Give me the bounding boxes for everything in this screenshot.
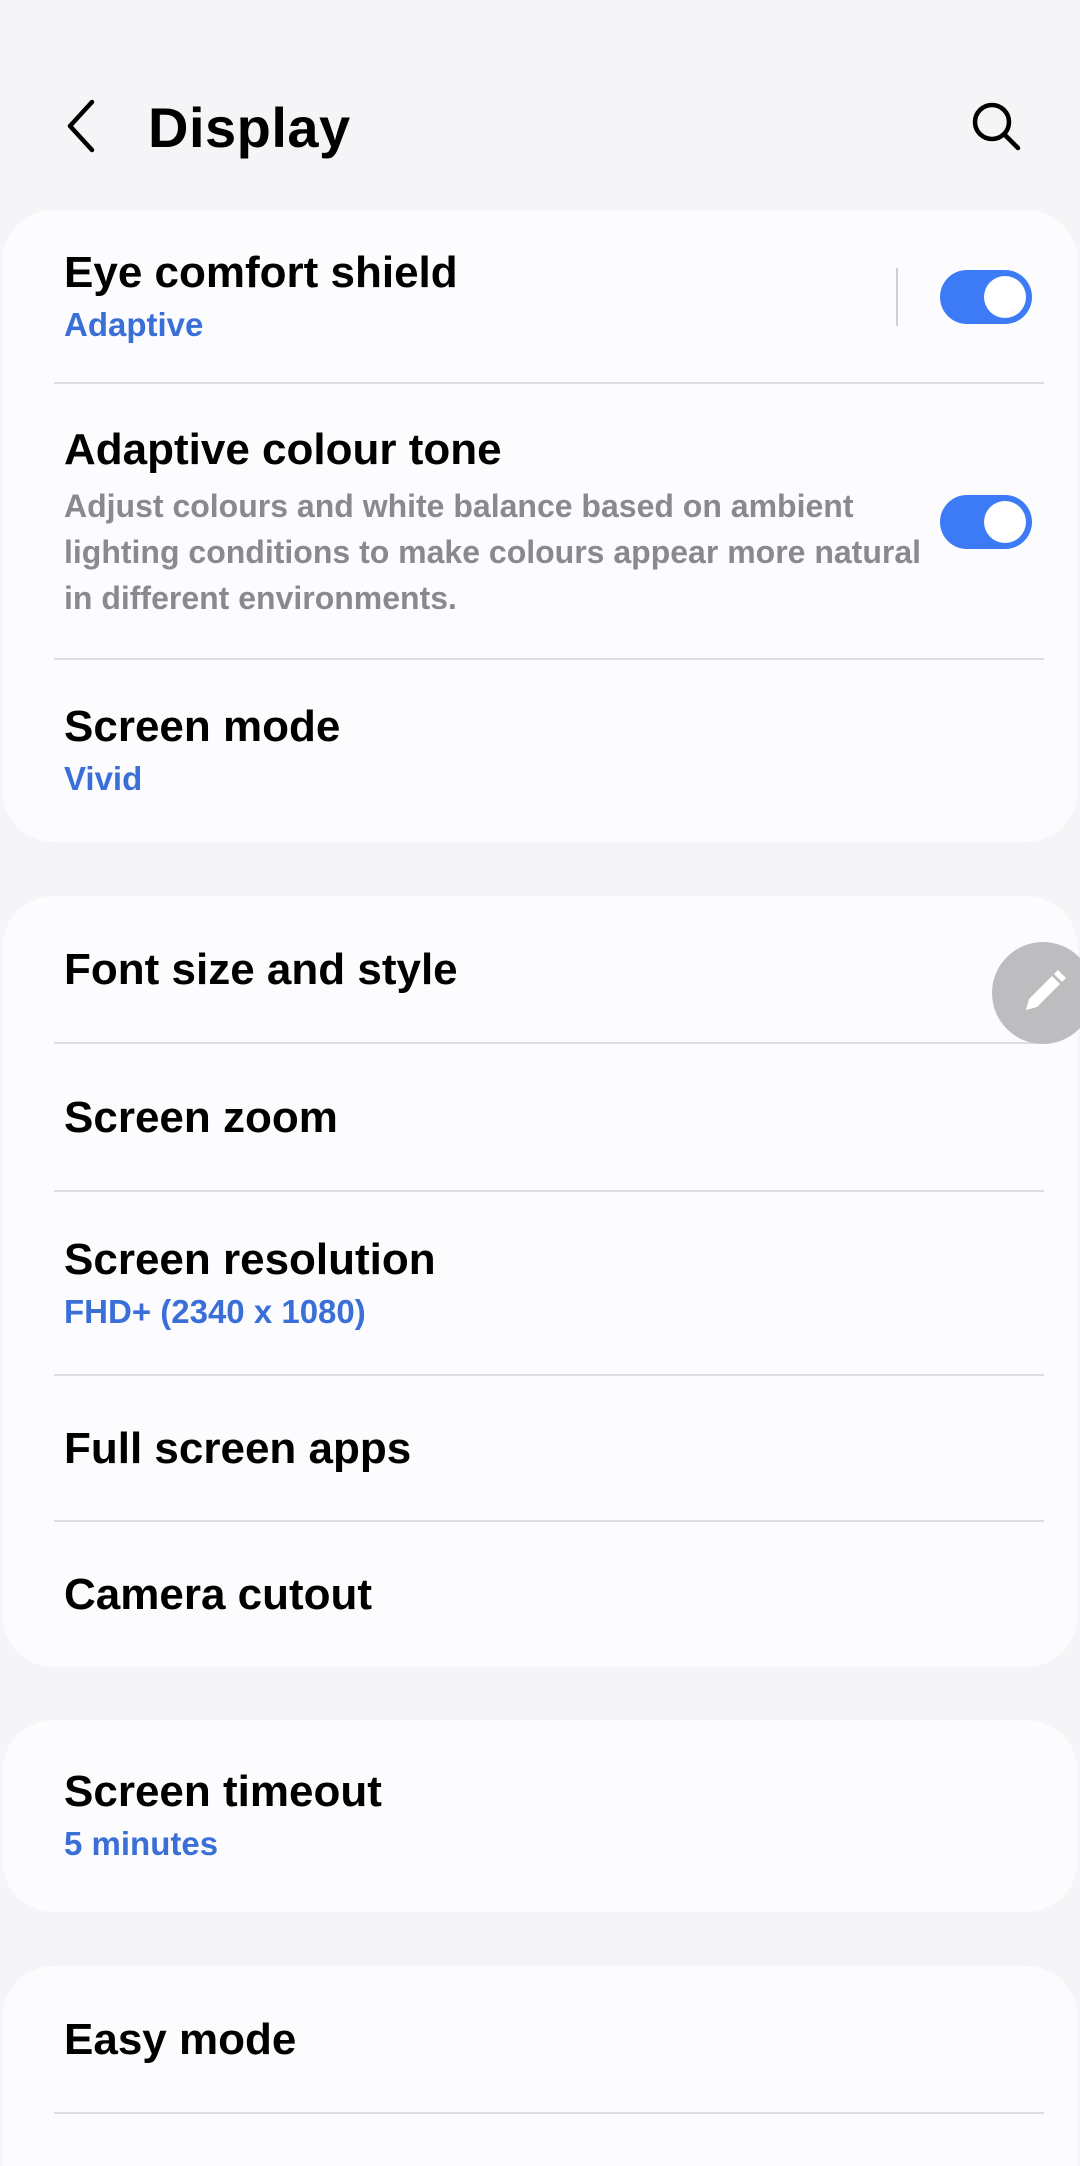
eye-comfort-shield-toggle[interactable] bbox=[940, 270, 1032, 324]
adaptive-colour-tone-title: Adaptive colour tone bbox=[64, 425, 502, 474]
adaptive-colour-tone-description: Adjust colours and white balance based o… bbox=[64, 488, 922, 616]
text-screen-card: Font size and style Screen zoom Screen r… bbox=[2, 896, 1078, 1667]
divider bbox=[54, 2112, 1044, 2114]
display-main-card: Eye comfort shield Adaptive Adaptive col… bbox=[2, 210, 1078, 842]
easy-mode-title: Easy mode bbox=[64, 2015, 297, 2064]
page-title: Display bbox=[148, 96, 351, 159]
search-button[interactable] bbox=[960, 90, 1032, 162]
screen-timeout-value: 5 minutes bbox=[64, 1825, 219, 1862]
screen-mode-title: Screen mode bbox=[64, 702, 341, 751]
font-size-style-title: Font size and style bbox=[64, 945, 458, 994]
eye-comfort-shield-title: Eye comfort shield bbox=[64, 248, 458, 297]
app-bar: Display bbox=[0, 0, 1080, 210]
eye-comfort-shield-row[interactable]: Eye comfort shield Adaptive bbox=[2, 210, 1078, 384]
screen-timeout-row[interactable]: Screen timeout 5 minutes bbox=[2, 1720, 1078, 1912]
full-screen-apps-title: Full screen apps bbox=[64, 1424, 412, 1473]
pencil-icon bbox=[1026, 970, 1066, 1010]
screen-mode-value: Vivid bbox=[64, 760, 143, 797]
easy-mode-row[interactable]: Easy mode bbox=[2, 1966, 1078, 2114]
back-button[interactable] bbox=[52, 90, 112, 162]
search-icon bbox=[972, 102, 1021, 151]
row-separator-bar bbox=[896, 268, 898, 326]
toggle-knob bbox=[984, 501, 1026, 543]
adaptive-colour-tone-toggle[interactable] bbox=[940, 495, 1032, 549]
font-size-style-row[interactable]: Font size and style bbox=[2, 896, 1078, 1044]
back-arrow-icon bbox=[67, 99, 95, 153]
adaptive-colour-tone-row[interactable]: Adaptive colour tone Adjust colours and … bbox=[2, 384, 1078, 660]
screen-timeout-title: Screen timeout bbox=[64, 1767, 382, 1816]
full-screen-apps-row[interactable]: Full screen apps bbox=[2, 1376, 1078, 1522]
screen-resolution-value: FHD+ (2340 x 1080) bbox=[64, 1293, 366, 1330]
easy-mode-card: Easy mode bbox=[2, 1966, 1078, 2166]
screen-mode-row[interactable]: Screen mode Vivid bbox=[2, 660, 1078, 842]
camera-cutout-row[interactable]: Camera cutout bbox=[2, 1522, 1078, 1667]
timeout-card: Screen timeout 5 minutes bbox=[2, 1720, 1078, 1912]
camera-cutout-title: Camera cutout bbox=[64, 1569, 373, 1619]
screen-zoom-title: Screen zoom bbox=[64, 1093, 338, 1142]
toggle-knob bbox=[984, 276, 1026, 318]
screen-resolution-title: Screen resolution bbox=[64, 1235, 436, 1284]
screen-zoom-row[interactable]: Screen zoom bbox=[2, 1044, 1078, 1192]
eye-comfort-shield-value: Adaptive bbox=[64, 306, 204, 343]
screen-resolution-row[interactable]: Screen resolution FHD+ (2340 x 1080) bbox=[2, 1192, 1078, 1376]
